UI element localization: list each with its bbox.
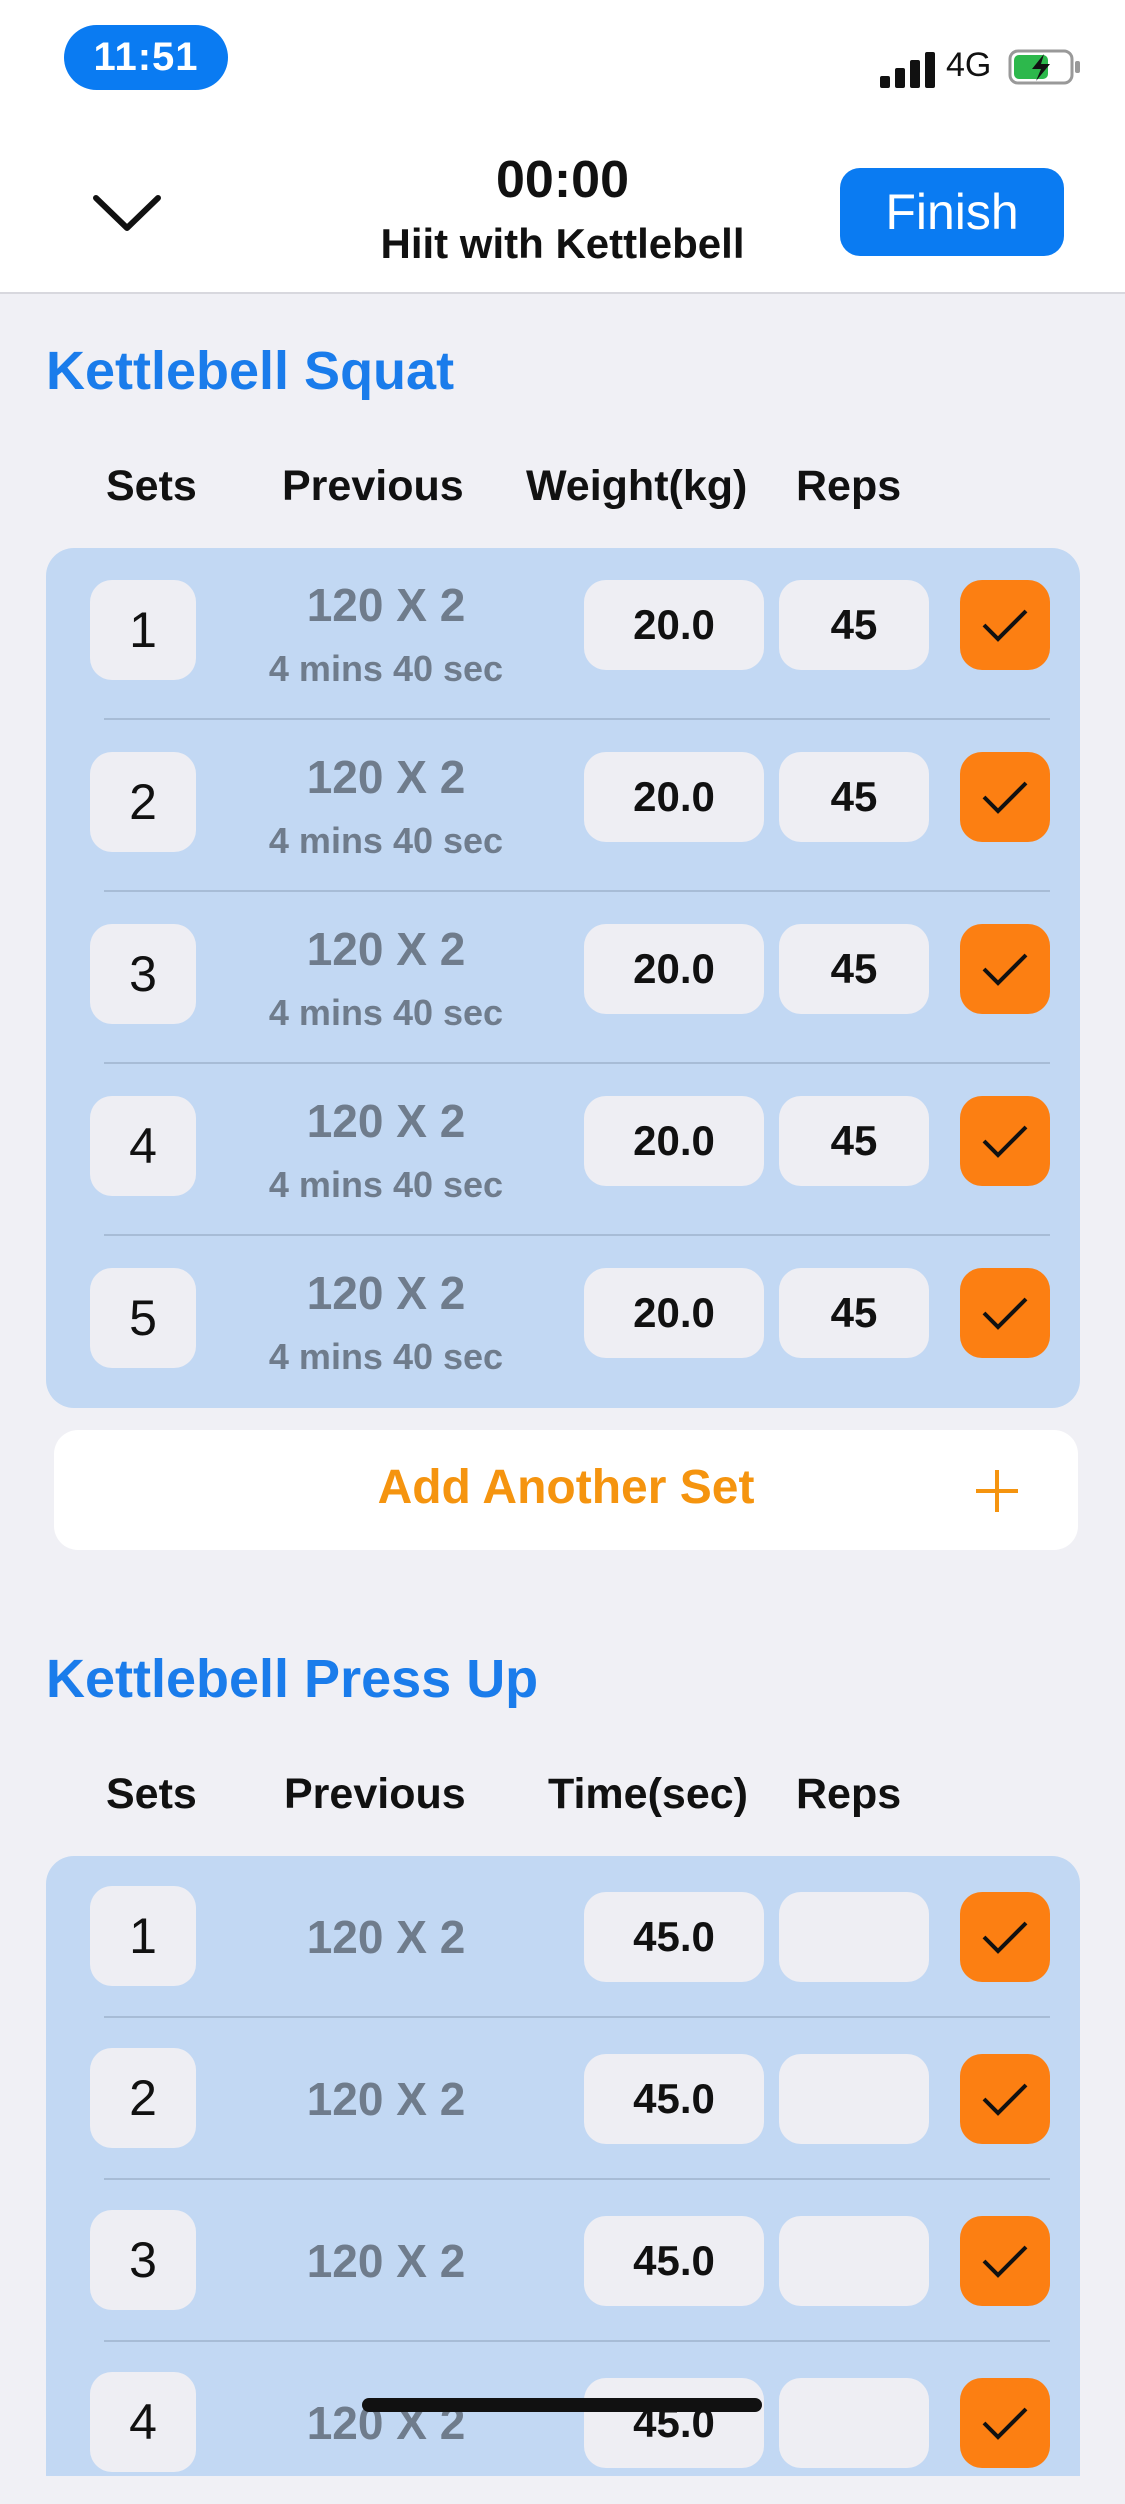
previous-duration: 4 mins 40 sec — [268, 1336, 504, 1377]
checkmark-icon — [982, 2245, 1028, 2278]
checkmark-icon — [982, 1297, 1028, 1330]
previous-value: 120 X 2 — [306, 751, 466, 803]
previous-value: 120 X 2 — [306, 1095, 466, 1147]
reps-input[interactable]: 45 — [779, 1096, 929, 1186]
set-row: 4 120 X 2 4 mins 40 sec 20.0 45 — [46, 1064, 1080, 1236]
column-header-previous: Previous — [284, 1770, 466, 1818]
previous-value: 120 X 2 — [306, 2073, 466, 2125]
finish-button[interactable]: Finish — [840, 168, 1064, 256]
set-number[interactable]: 5 — [90, 1268, 196, 1368]
column-header-previous: Previous — [282, 462, 464, 510]
reps-input[interactable]: 45 — [779, 752, 929, 842]
home-indicator[interactable] — [362, 2398, 762, 2412]
reps-input[interactable] — [779, 2378, 929, 2468]
complete-checkbox[interactable] — [960, 580, 1050, 670]
set-number[interactable]: 3 — [90, 2210, 196, 2310]
weight-input[interactable]: 20.0 — [584, 924, 764, 1014]
network-type: 4G — [946, 46, 992, 84]
exercise-title: Kettlebell Squat — [46, 341, 455, 401]
column-header-sets: Sets — [106, 1770, 197, 1818]
previous-value: 120 X 2 — [306, 1267, 466, 1319]
checkmark-icon — [982, 781, 1028, 814]
add-another-set-button[interactable]: Add Another Set — [54, 1430, 1078, 1550]
sets-card: 1 120 X 2 45.0 2 120 X 2 45.0 3 120 X 2 … — [46, 1856, 1080, 2476]
weight-input[interactable]: 20.0 — [584, 1268, 764, 1358]
sets-card: 1 120 X 2 4 mins 40 sec 20.0 45 2 120 X … — [46, 548, 1080, 1408]
reps-input[interactable]: 45 — [779, 1268, 929, 1358]
reps-input[interactable] — [779, 2054, 929, 2144]
time-input[interactable]: 45.0 — [584, 2378, 764, 2468]
set-row: 3 120 X 2 4 mins 40 sec 20.0 45 — [46, 892, 1080, 1064]
set-number[interactable]: 4 — [90, 1096, 196, 1196]
complete-checkbox[interactable] — [960, 2054, 1050, 2144]
workout-header: 00:00 Hiit with Kettlebell Finish — [0, 140, 1125, 294]
previous-value: 120 X 2 — [306, 2235, 466, 2287]
checkmark-icon — [982, 609, 1028, 642]
checkmark-icon — [982, 953, 1028, 986]
set-number[interactable]: 3 — [90, 924, 196, 1024]
previous-value: 120 X 2 — [306, 579, 466, 631]
status-bar: 11:51 4G — [0, 0, 1125, 140]
complete-checkbox[interactable] — [960, 2378, 1050, 2468]
set-row: 3 120 X 2 45.0 — [46, 2180, 1080, 2342]
set-row: 1 120 X 2 4 mins 40 sec 20.0 45 — [46, 548, 1080, 720]
add-set-label: Add Another Set — [377, 1461, 755, 1514]
reps-input[interactable]: 45 — [779, 580, 929, 670]
set-row: 2 120 X 2 45.0 — [46, 2018, 1080, 2180]
previous-duration: 4 mins 40 sec — [268, 648, 504, 689]
complete-checkbox[interactable] — [960, 924, 1050, 1014]
previous-duration: 4 mins 40 sec — [268, 820, 504, 861]
battery-charging-icon — [1008, 49, 1080, 85]
checkmark-icon — [982, 1125, 1028, 1158]
complete-checkbox[interactable] — [960, 1268, 1050, 1358]
set-row: 2 120 X 2 4 mins 40 sec 20.0 45 — [46, 720, 1080, 892]
column-header-sets: Sets — [106, 462, 197, 510]
reps-input[interactable] — [779, 2216, 929, 2306]
set-row: 1 120 X 2 45.0 — [46, 1856, 1080, 2018]
column-header-time: Time(sec) — [548, 1770, 748, 1818]
column-header-reps: Reps — [796, 462, 902, 510]
column-header-reps: Reps — [796, 1770, 902, 1818]
signal-icon — [880, 50, 936, 88]
previous-duration: 4 mins 40 sec — [268, 1164, 504, 1205]
set-number[interactable]: 2 — [90, 2048, 196, 2148]
checkmark-icon — [982, 2407, 1028, 2440]
weight-input[interactable]: 20.0 — [584, 1096, 764, 1186]
previous-value: 120 X 2 — [306, 1911, 466, 1963]
set-number[interactable]: 2 — [90, 752, 196, 852]
complete-checkbox[interactable] — [960, 1096, 1050, 1186]
time-input[interactable]: 45.0 — [584, 2054, 764, 2144]
column-header-weight: Weight(kg) — [526, 462, 748, 510]
previous-value: 120 X 2 — [306, 923, 466, 975]
time-input[interactable]: 45.0 — [584, 2216, 764, 2306]
reps-input[interactable] — [779, 1892, 929, 1982]
weight-input[interactable]: 20.0 — [584, 580, 764, 670]
checkmark-icon — [982, 1921, 1028, 1954]
set-number[interactable]: 4 — [90, 2372, 196, 2472]
exercise-title: Kettlebell Press Up — [46, 1649, 539, 1709]
time-input[interactable]: 45.0 — [584, 1892, 764, 1982]
complete-checkbox[interactable] — [960, 2216, 1050, 2306]
set-row: 4 120 X 2 45.0 — [46, 2342, 1080, 2504]
complete-checkbox[interactable] — [960, 1892, 1050, 1982]
set-number[interactable]: 1 — [90, 1886, 196, 1986]
complete-checkbox[interactable] — [960, 752, 1050, 842]
reps-input[interactable]: 45 — [779, 924, 929, 1014]
status-time: 11:51 — [64, 25, 228, 90]
weight-input[interactable]: 20.0 — [584, 752, 764, 842]
set-number[interactable]: 1 — [90, 580, 196, 680]
plus-icon — [976, 1470, 1018, 1512]
checkmark-icon — [982, 2083, 1028, 2116]
previous-duration: 4 mins 40 sec — [268, 992, 504, 1033]
set-row: 5 120 X 2 4 mins 40 sec 20.0 45 — [46, 1236, 1080, 1408]
